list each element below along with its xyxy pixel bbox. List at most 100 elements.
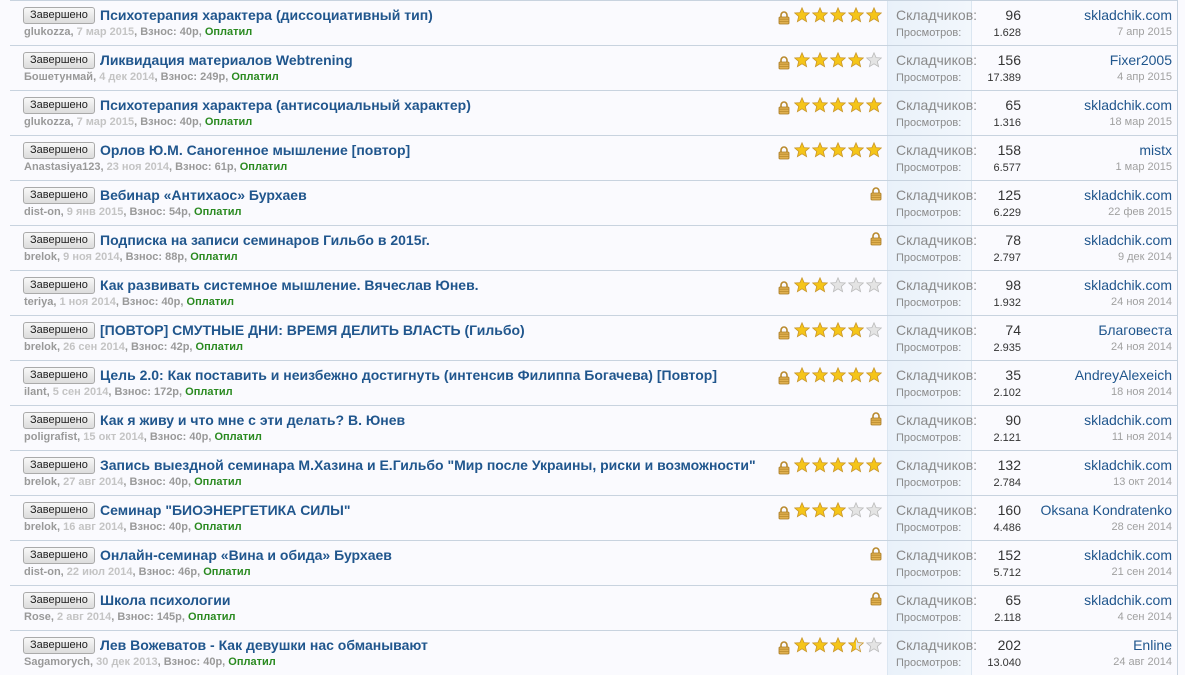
status-button[interactable]: Завершено <box>23 637 95 654</box>
thread-title-link[interactable]: Лев Вожеватов - Как девушки нас обманыва… <box>100 637 428 653</box>
status-button[interactable]: Завершено <box>23 457 95 474</box>
star-filled-icon[interactable] <box>793 456 811 478</box>
rating-stars[interactable] <box>793 636 883 658</box>
author-link[interactable]: Rose <box>24 611 51 623</box>
star-filled-icon[interactable] <box>847 321 865 343</box>
rating-stars[interactable] <box>793 51 883 73</box>
last-post-user[interactable]: mistx <box>1116 142 1172 158</box>
last-post-user[interactable]: AndreyAlexeich <box>1075 367 1172 383</box>
star-filled-icon[interactable] <box>829 636 847 658</box>
last-post-user[interactable]: skladchik.com <box>1084 592 1172 608</box>
star-filled-icon[interactable] <box>811 321 829 343</box>
star-filled-icon[interactable] <box>793 6 811 28</box>
thread-title-link[interactable]: Психотерапия характера (диссоциативный т… <box>100 7 433 23</box>
star-filled-icon[interactable] <box>793 366 811 388</box>
rating-stars[interactable] <box>793 501 883 523</box>
star-filled-icon[interactable] <box>865 366 883 388</box>
status-button[interactable]: Завершено <box>23 187 95 204</box>
star-empty-icon[interactable] <box>865 636 883 658</box>
last-post-user[interactable]: skladchik.com <box>1084 97 1172 113</box>
status-button[interactable]: Завершено <box>23 367 95 384</box>
author-link[interactable]: ilant <box>24 386 47 398</box>
thread-title-link[interactable]: Запись выездной семинара М.Хазина и Е.Ги… <box>100 457 756 473</box>
star-filled-icon[interactable] <box>847 456 865 478</box>
rating-stars[interactable] <box>793 276 883 298</box>
author-link[interactable]: poligrafist <box>24 431 77 443</box>
status-button[interactable]: Завершено <box>23 52 95 69</box>
last-post-user[interactable]: Oksana Kondratenko <box>1040 502 1172 518</box>
star-empty-icon[interactable] <box>829 276 847 298</box>
author-link[interactable]: brelok <box>24 341 57 353</box>
star-filled-icon[interactable] <box>865 141 883 163</box>
star-filled-icon[interactable] <box>829 456 847 478</box>
author-link[interactable]: teriya <box>24 296 53 308</box>
author-link[interactable]: brelok <box>24 251 57 263</box>
thread-title-link[interactable]: [ПОВТОР] СМУТНЫЕ ДНИ: ВРЕМЯ ДЕЛИТЬ ВЛАСТ… <box>100 322 525 338</box>
thread-title-link[interactable]: Как я живу и что мне с эти делать? В. Юн… <box>100 412 405 428</box>
thread-title-link[interactable]: Психотерапия характера (антисоциальный х… <box>100 97 471 113</box>
star-filled-icon[interactable] <box>811 96 829 118</box>
author-link[interactable]: Sagamorych <box>24 656 90 668</box>
rating-stars[interactable] <box>793 96 883 118</box>
status-button[interactable]: Завершено <box>23 502 95 519</box>
thread-title-link[interactable]: Онлайн-семинар «Вина и обида» Бурхаев <box>100 547 392 563</box>
rating-stars[interactable] <box>793 141 883 163</box>
status-button[interactable]: Завершено <box>23 232 95 249</box>
last-post-user[interactable]: skladchik.com <box>1084 187 1172 203</box>
author-link[interactable]: dist-on <box>24 566 61 578</box>
thread-title-link[interactable]: Семинар "БИОЭНЕРГЕТИКА СИЛЫ" <box>100 502 351 518</box>
rating-stars[interactable] <box>793 321 883 343</box>
star-empty-icon[interactable] <box>847 501 865 523</box>
star-filled-icon[interactable] <box>847 6 865 28</box>
star-filled-icon[interactable] <box>829 6 847 28</box>
status-button[interactable]: Завершено <box>23 592 95 609</box>
star-filled-icon[interactable] <box>847 366 865 388</box>
star-filled-icon[interactable] <box>829 51 847 73</box>
status-button[interactable]: Завершено <box>23 7 95 24</box>
thread-title-link[interactable]: Школа психологии <box>100 592 230 608</box>
star-filled-icon[interactable] <box>811 141 829 163</box>
thread-title-link[interactable]: Орлов Ю.М. Саногенное мышление [повтор] <box>100 142 410 158</box>
rating-stars[interactable] <box>793 6 883 28</box>
star-filled-icon[interactable] <box>811 636 829 658</box>
rating-stars[interactable] <box>793 366 883 388</box>
status-button[interactable]: Завершено <box>23 547 95 564</box>
star-empty-icon[interactable] <box>865 276 883 298</box>
star-filled-icon[interactable] <box>793 51 811 73</box>
author-link[interactable]: glukozza <box>24 26 70 38</box>
author-link[interactable]: brelok <box>24 521 57 533</box>
status-button[interactable]: Завершено <box>23 322 95 339</box>
star-filled-icon[interactable] <box>865 96 883 118</box>
last-post-user[interactable]: Fixer2005 <box>1110 52 1172 68</box>
rating-stars[interactable] <box>793 456 883 478</box>
thread-title-link[interactable]: Цель 2.0: Как поставить и неизбежно дост… <box>100 367 717 383</box>
status-button[interactable]: Завершено <box>23 277 95 294</box>
star-filled-icon[interactable] <box>829 366 847 388</box>
last-post-user[interactable]: skladchik.com <box>1084 547 1172 563</box>
star-empty-icon[interactable] <box>847 276 865 298</box>
star-filled-icon[interactable] <box>793 501 811 523</box>
star-filled-icon[interactable] <box>793 321 811 343</box>
status-button[interactable]: Завершено <box>23 412 95 429</box>
thread-title-link[interactable]: Подписка на записи семинаров Гильбо в 20… <box>100 232 430 248</box>
thread-title-link[interactable]: Ликвидация материалов Webtrening <box>100 52 353 68</box>
thread-title-link[interactable]: Как развивать системное мышление. Вячесл… <box>100 277 479 293</box>
author-link[interactable]: glukozza <box>24 116 70 128</box>
thread-title-link[interactable]: Вебинар «Антихаос» Бурхаев <box>100 187 307 203</box>
star-filled-icon[interactable] <box>811 276 829 298</box>
star-filled-icon[interactable] <box>829 141 847 163</box>
last-post-user[interactable]: Enline <box>1113 637 1172 653</box>
star-filled-icon[interactable] <box>811 51 829 73</box>
star-empty-icon[interactable] <box>865 51 883 73</box>
author-link[interactable]: brelok <box>24 476 57 488</box>
last-post-user[interactable]: skladchik.com <box>1084 232 1172 248</box>
last-post-user[interactable]: Благовеста <box>1098 322 1172 338</box>
star-filled-icon[interactable] <box>811 456 829 478</box>
star-filled-icon[interactable] <box>847 96 865 118</box>
last-post-user[interactable]: skladchik.com <box>1084 7 1172 23</box>
star-filled-icon[interactable] <box>811 501 829 523</box>
status-button[interactable]: Завершено <box>23 142 95 159</box>
last-post-user[interactable]: skladchik.com <box>1084 277 1172 293</box>
last-post-user[interactable]: skladchik.com <box>1084 457 1172 473</box>
star-filled-icon[interactable] <box>847 636 865 658</box>
